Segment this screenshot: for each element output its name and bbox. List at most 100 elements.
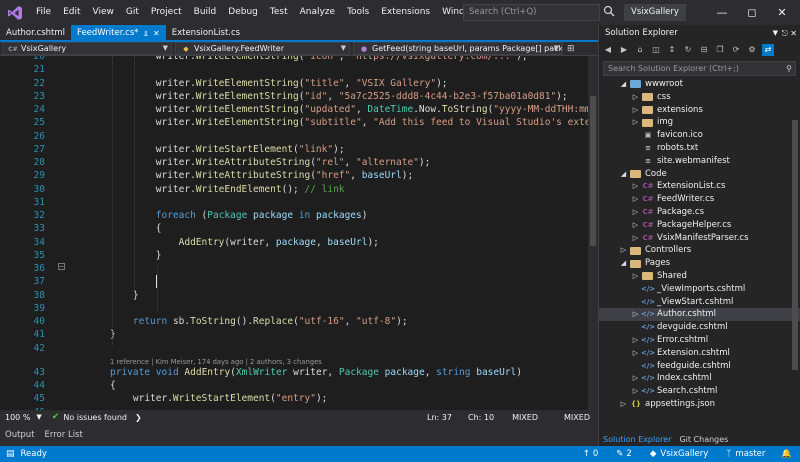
tree-item[interactable]: </> feedguide.cshtml — [599, 360, 731, 373]
back-icon[interactable]: ◀ — [602, 44, 614, 56]
tree-item[interactable]: ▷ css — [599, 91, 671, 104]
collapsed-arrow-icon[interactable]: ▷ — [631, 372, 640, 385]
collapse-all-icon[interactable]: ⊟ — [698, 44, 710, 56]
home-icon[interactable]: ⌂ — [634, 44, 646, 56]
collapsed-arrow-icon[interactable]: ▷ — [631, 334, 640, 347]
menu-build[interactable]: Build — [188, 0, 223, 25]
collapsed-arrow-icon[interactable]: ▷ — [631, 116, 640, 129]
chevron-down-icon[interactable]: ▼ — [773, 25, 778, 42]
menu-test[interactable]: Test — [264, 0, 294, 25]
tree-item[interactable]: ▷ </> Error.cshtml — [599, 334, 708, 347]
code-line[interactable]: return sb.ToString().Replace("utf-16", "… — [110, 315, 408, 328]
menu-analyze[interactable]: Analyze — [294, 0, 341, 25]
tab-output[interactable]: Output — [0, 430, 40, 440]
repository-name[interactable]: VsixGallery — [660, 449, 708, 459]
tree-item[interactable]: ◢ Code — [599, 168, 667, 181]
line-indicator[interactable]: Ln: 37 — [427, 413, 452, 422]
code-line[interactable]: private void AddEntry(XmlWriter writer, … — [110, 366, 522, 379]
tree-item[interactable]: ◢ Pages — [599, 257, 670, 270]
column-indicator[interactable]: Ch: 10 — [468, 413, 494, 422]
tree-item[interactable]: ▣ favicon.ico — [599, 129, 703, 142]
tree-item[interactable]: ▷ </> Index.cshtml — [599, 372, 712, 385]
menu-project[interactable]: Project — [145, 0, 188, 25]
tree-item[interactable]: </> _ViewStart.cshtml — [599, 296, 734, 309]
tree-item[interactable]: ▷ C# VsixManifestParser.cs — [599, 232, 749, 245]
properties-icon[interactable]: ⚙ — [746, 44, 758, 56]
solution-explorer-scrollbar[interactable] — [792, 120, 798, 370]
tree-item[interactable]: ▷ </> Author.cshtml — [599, 308, 800, 322]
tree-item[interactable]: ▷ img — [599, 116, 673, 129]
editor-vertical-scrollbar[interactable] — [588, 56, 598, 410]
tree-item[interactable]: ▷ Controllers — [599, 244, 691, 257]
tree-item[interactable]: ≡ robots.txt — [599, 142, 698, 155]
menu-edit[interactable]: Edit — [57, 0, 86, 25]
tree-item[interactable]: </> devguide.cshtml — [599, 321, 728, 334]
tree-item[interactable]: ▷ </> Search.cshtml — [599, 385, 718, 398]
collapsed-arrow-icon[interactable]: ▷ — [631, 308, 640, 321]
tree-item[interactable]: ▷ Shared — [599, 270, 687, 283]
split-editor-icon[interactable]: ⊞ — [567, 44, 575, 54]
code-line[interactable]: writer.WriteElementString("icon", "https… — [110, 56, 528, 63]
member-dropdown[interactable]: ● GetFeed(string baseUrl, params Package[… — [353, 42, 563, 55]
collapsed-arrow-icon[interactable]: ▷ — [631, 91, 640, 104]
code-line[interactable]: writer.WriteStartElement("link"); — [110, 143, 345, 156]
whitespace-indicator[interactable]: MIXED — [512, 413, 538, 422]
search-icon[interactable] — [603, 5, 615, 20]
menu-tools[interactable]: Tools — [341, 0, 375, 25]
collapsed-arrow-icon[interactable]: ▷ — [619, 398, 628, 411]
filter-icon[interactable]: ❯ — [135, 413, 142, 422]
code-line[interactable]: writer.WriteElementString("title", "VSIX… — [110, 77, 448, 90]
arrow-up-icon[interactable]: ↑ — [583, 449, 590, 459]
menu-view[interactable]: View — [87, 0, 120, 25]
expanded-arrow-icon[interactable]: ◢ — [619, 257, 628, 270]
collapsed-arrow-icon[interactable]: ▷ — [631, 219, 640, 232]
code-line[interactable]: writer.WriteEndElement(); // link — [110, 183, 345, 196]
scrollbar-thumb[interactable] — [590, 96, 596, 246]
code-line[interactable]: } — [110, 289, 139, 302]
sync-icon[interactable]: ↻ — [682, 44, 694, 56]
code-line[interactable]: writer.WriteElementString("updated", Dat… — [110, 103, 588, 116]
collapse-toggle-icon[interactable]: − — [58, 262, 65, 270]
branch-icon[interactable]: ᛉ — [726, 449, 731, 459]
issues-status[interactable]: No issues found — [63, 413, 127, 422]
menu-debug[interactable]: Debug — [222, 0, 264, 25]
code-line[interactable]: writer.WriteElementString("subtitle", "A… — [110, 116, 588, 129]
tree-item[interactable]: ▷ C# PackageHelper.cs — [599, 219, 732, 232]
expanded-arrow-icon[interactable]: ◢ — [619, 78, 628, 91]
tree-item[interactable]: ▷ C# Package.cs — [599, 206, 704, 219]
tree-item[interactable]: ▷ C# FeedWriter.cs — [599, 193, 714, 206]
show-all-files-icon[interactable]: ❐ — [714, 44, 726, 56]
tree-item[interactable]: ▷ </> Extension.cshtml — [599, 347, 730, 360]
tree-item[interactable]: ▷{} appsettings.json — [599, 398, 715, 411]
refresh-icon[interactable]: ⟳ — [730, 44, 742, 56]
tree-item[interactable]: ▷ extensions — [599, 104, 703, 117]
collapsed-arrow-icon[interactable]: ▷ — [631, 180, 640, 193]
code-line[interactable]: writer.WriteStartElement("entry"); — [110, 392, 328, 405]
pending-changes-icon[interactable]: ↕ — [666, 44, 678, 56]
collapsed-arrow-icon[interactable]: ▷ — [631, 232, 640, 245]
tree-item[interactable]: ▷ C# ExtensionList.cs — [599, 180, 726, 193]
code-line[interactable]: AddEntry(writer, package, baseUrl); — [110, 236, 379, 249]
expanded-arrow-icon[interactable]: ◢ — [619, 168, 628, 181]
repo-icon[interactable]: ◆ — [650, 449, 657, 459]
type-dropdown[interactable]: ◆ VsixGallery.FeedWriter ▼ — [175, 42, 350, 55]
code-line[interactable]: writer.WriteAttributeString("href", base… — [110, 169, 413, 182]
menu-file[interactable]: File — [30, 0, 57, 25]
forward-icon[interactable]: ▶ — [618, 44, 630, 56]
tree-item[interactable]: ◢ wwwroot — [599, 78, 683, 91]
collapsed-arrow-icon[interactable]: ▷ — [631, 104, 640, 117]
tab-git-changes[interactable]: Git Changes — [675, 435, 732, 446]
pencil-icon[interactable]: ✎ — [616, 449, 623, 459]
code-line[interactable]: foreach (Package package in packages) — [110, 209, 368, 222]
line-ending-indicator[interactable]: MIXED — [564, 413, 590, 422]
collapsed-arrow-icon[interactable]: ▷ — [631, 193, 640, 206]
collapsed-arrow-icon[interactable]: ▷ — [631, 347, 640, 360]
pending-changes-count[interactable]: 2 — [626, 449, 631, 459]
tree-item[interactable]: </> _ViewImports.cshtml — [599, 283, 745, 296]
code-line[interactable]: writer.WriteAttributeString("rel", "alte… — [110, 156, 431, 169]
maximize-button[interactable]: ◻ — [737, 0, 767, 25]
project-dropdown[interactable]: C# VsixGallery ▼ — [2, 42, 172, 55]
tab-error-list[interactable]: Error List — [40, 430, 88, 440]
minimize-button[interactable]: — — [707, 0, 737, 25]
zoom-level[interactable]: 100 % — [5, 413, 30, 422]
